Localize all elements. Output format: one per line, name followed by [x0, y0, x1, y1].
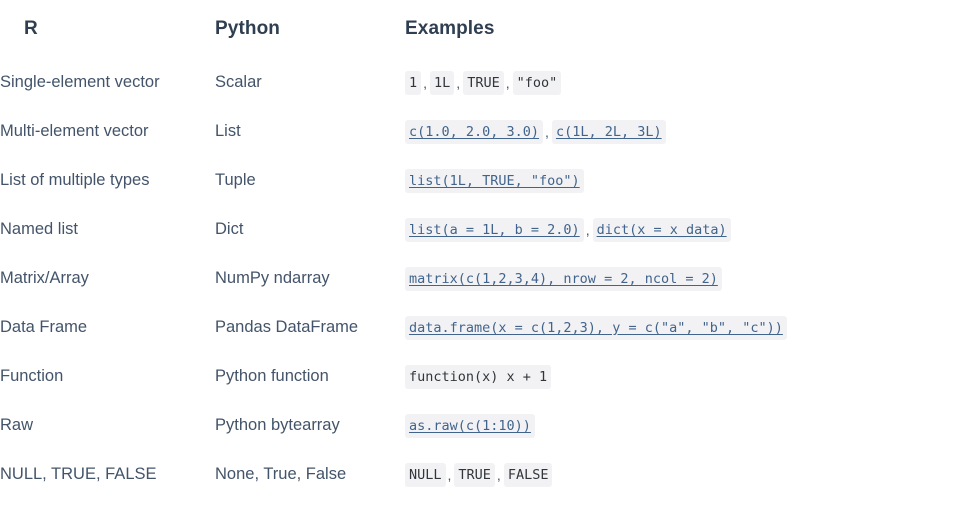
cell-r-type: Raw [0, 416, 34, 434]
cell-examples: data.frame(x = c(1,2,3), y = c("a", "b",… [405, 303, 973, 352]
column-header-python: Python [215, 18, 280, 39]
cell-r-type: Matrix/Array [0, 269, 89, 287]
table-row: Single-element vector Scalar 1, 1L, TRUE, "fo… [0, 58, 973, 107]
column-header-examples: Examples [405, 18, 495, 39]
table-body: Single-element vector Scalar 1, 1L, TRUE, "fo… [0, 58, 973, 499]
cell-r-type: Data Frame [0, 318, 88, 336]
code-example-link[interactable]: as.raw(c(1:10)) [405, 413, 535, 438]
code-example: TRUE [463, 70, 504, 95]
cell-examples: c(1.0, 2.0, 3.0), c(1L, 2L, 3L) [405, 107, 973, 156]
cell-examples: list(1L, TRUE, "foo") [405, 156, 973, 205]
table-row: List of multiple types Tuple list(1L, TRUE… [0, 156, 973, 205]
cell-python-type: Dict [215, 220, 244, 238]
cell-python-type: None, True, False [215, 465, 347, 483]
table-row: Function Python function function(x) x + 1 [0, 352, 973, 401]
table-row: Named list Dict list(a = 1L, b = 2.0), dict… [0, 205, 973, 254]
cell-python-type: NumPy ndarray [215, 269, 330, 287]
cell-python-type: Scalar [215, 73, 262, 91]
code-example-link[interactable]: c(1L, 2L, 3L) [551, 119, 666, 144]
cell-python-type: Python bytearray [215, 416, 340, 434]
cell-python-type: List [215, 122, 241, 140]
cell-r-type: Multi-element vector [0, 122, 149, 140]
code-example: function(x) x + 1 [405, 364, 552, 389]
cell-python-type: Python function [215, 367, 329, 385]
example-separator: , [585, 221, 590, 238]
cell-r-type: Function [0, 367, 64, 385]
cell-r-type: Single-element vector [0, 73, 160, 91]
example-separator: , [496, 466, 501, 483]
code-example-link[interactable]: c(1.0, 2.0, 3.0) [405, 119, 544, 144]
column-header-r: R [24, 18, 38, 39]
cell-python-type: Pandas DataFrame [215, 318, 359, 336]
cell-examples: NULL, TRUE, FALSE [405, 450, 973, 499]
cell-examples: function(x) x + 1 [405, 352, 973, 401]
code-example: 1 [405, 70, 422, 95]
example-separator: , [423, 74, 428, 91]
code-example-link[interactable]: data.frame(x = c(1,2,3), y = c("a", "b",… [405, 315, 787, 340]
code-example: NULL [405, 462, 446, 487]
code-example-link[interactable]: list(a = 1L, b = 2.0) [405, 217, 584, 242]
code-example: FALSE [503, 462, 553, 487]
cell-examples: 1, 1L, TRUE, "foo" [405, 58, 973, 107]
table-row: Matrix/Array NumPy ndarray matrix(c(1,2,3,… [0, 254, 973, 303]
cell-r-type: List of multiple types [0, 171, 150, 189]
code-example: "foo" [512, 70, 562, 95]
r-python-type-mapping-table: R Python Examples Single-element vector S… [0, 0, 973, 499]
cell-r-type: NULL, TRUE, FALSE [0, 465, 157, 483]
cell-python-type: Tuple [215, 171, 256, 189]
table-row: Multi-element vector List c(1.0, 2.0, 3.0)… [0, 107, 973, 156]
cell-examples: matrix(c(1,2,3,4), nrow = 2, ncol = 2) [405, 254, 973, 303]
example-separator: , [505, 74, 510, 91]
code-example-link[interactable]: list(1L, TRUE, "foo") [405, 168, 584, 193]
table-row: Data Frame Pandas DataFrame data.frame(x =… [0, 303, 973, 352]
cell-r-type: Named list [0, 220, 78, 238]
example-separator: , [545, 123, 549, 140]
example-separator: , [456, 74, 461, 91]
cell-examples: as.raw(c(1:10)) [405, 401, 973, 450]
code-example-link[interactable]: matrix(c(1,2,3,4), nrow = 2, ncol = 2) [405, 266, 722, 291]
cell-examples: list(a = 1L, b = 2.0), dict(x = x_data) [405, 205, 973, 254]
code-example: 1L [430, 70, 455, 95]
table-header-row: R Python Examples [0, 0, 973, 58]
example-separator: , [447, 466, 452, 483]
table-row: NULL, TRUE, FALSE None, True, False NULL, T… [0, 450, 973, 499]
table-header: R Python Examples [0, 0, 973, 58]
code-example-link[interactable]: dict(x = x_data) [592, 217, 731, 242]
code-example: TRUE [454, 462, 495, 487]
table-row: Raw Python bytearray as.raw(c(1:10)) [0, 401, 973, 450]
